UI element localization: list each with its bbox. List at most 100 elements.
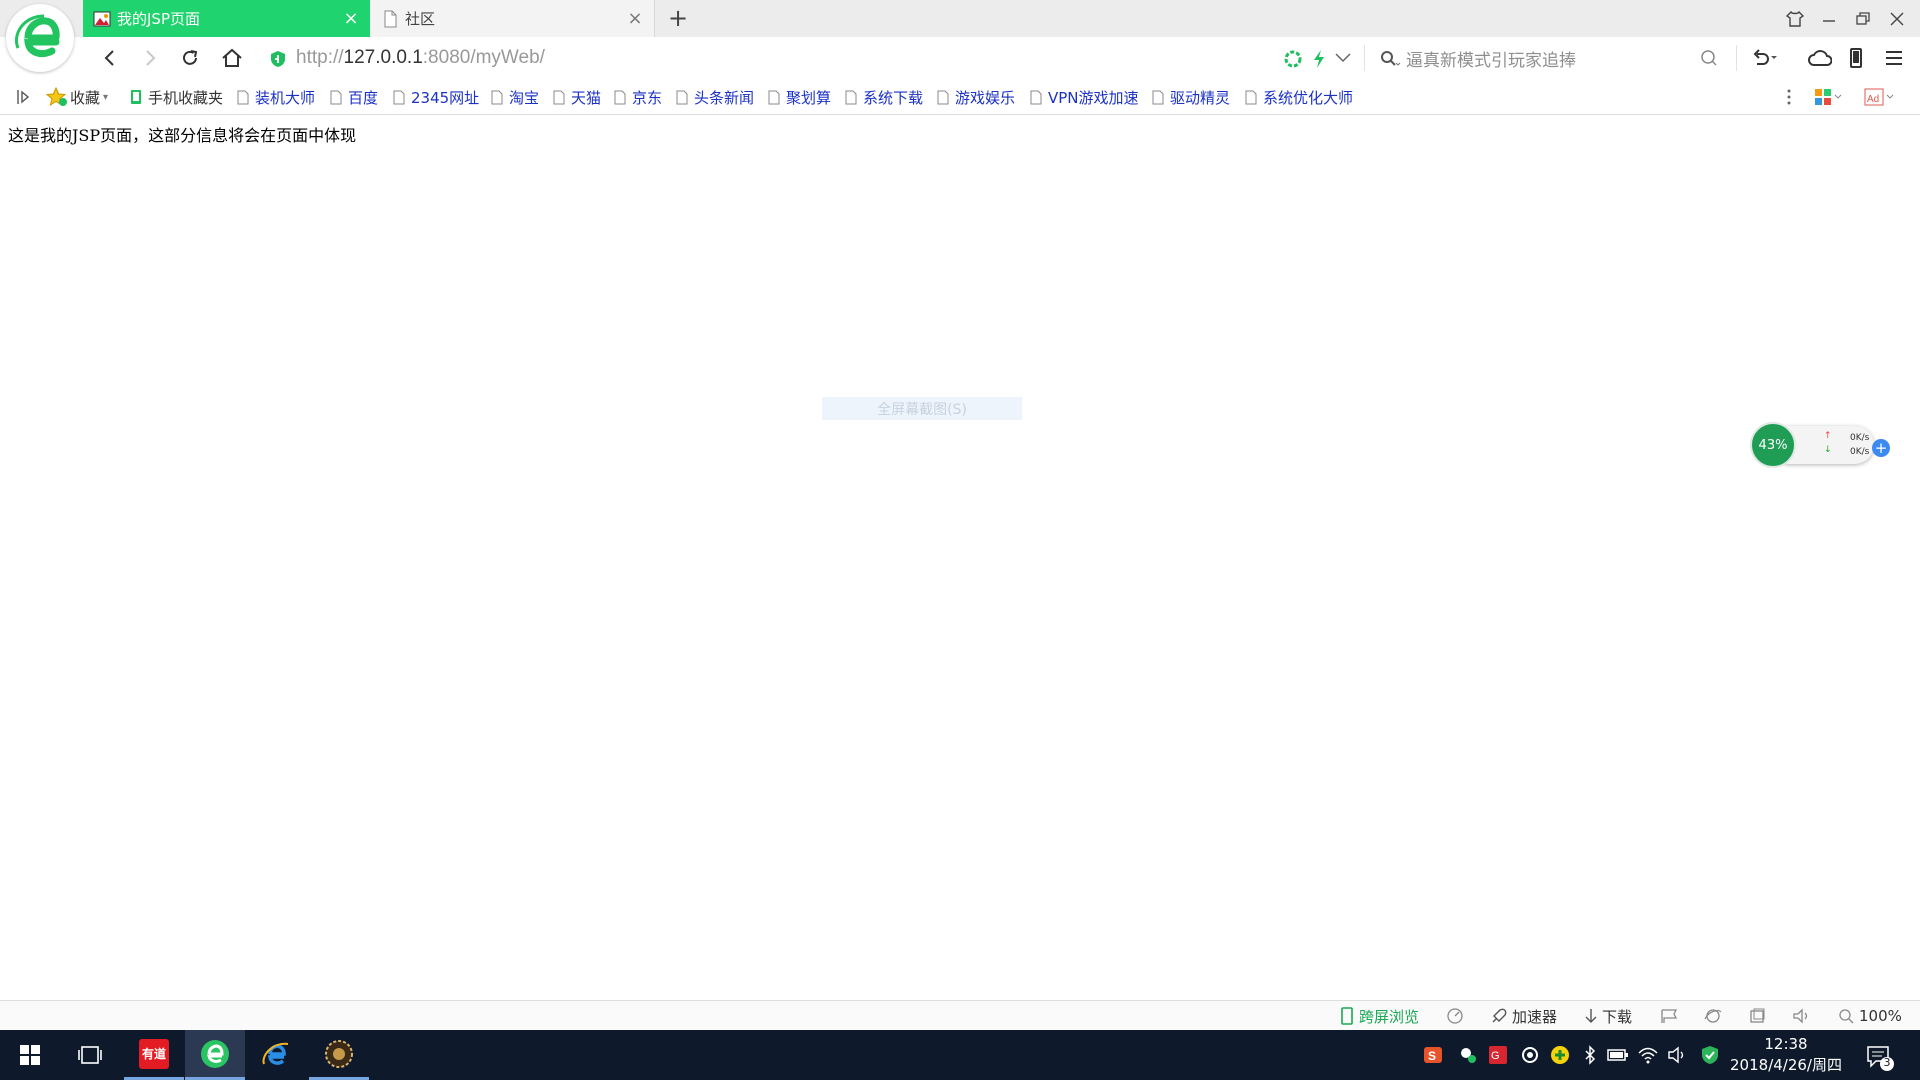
screenshot-hint[interactable]: 全屏幕截图(S) bbox=[822, 397, 1022, 420]
clock-date: 2018/4/26/周四 bbox=[1730, 1056, 1842, 1074]
security-shield-icon[interactable] bbox=[1698, 1043, 1722, 1067]
red-app-icon[interactable]: G bbox=[1486, 1043, 1510, 1067]
task-view-icon[interactable] bbox=[60, 1030, 120, 1080]
document-icon bbox=[1030, 90, 1042, 104]
bookmark-item[interactable]: VPN游戏加速 bbox=[1030, 86, 1139, 108]
undo-icon[interactable] bbox=[1748, 42, 1780, 74]
bookmarks-bar: 收藏 ▾ 手机收藏夹 装机大师 百度 2345网址 淘宝 天猫 京东 头条新闻 … bbox=[0, 78, 1920, 115]
volume-icon[interactable] bbox=[1792, 1006, 1810, 1026]
chevron-down-icon: ▾ bbox=[103, 91, 109, 103]
address-bar[interactable]: http://127.0.0.1:8080/myWeb/ bbox=[262, 41, 1351, 75]
add-icon[interactable]: + bbox=[1872, 439, 1890, 457]
tray-app-icon[interactable] bbox=[1456, 1043, 1480, 1067]
restore-icon[interactable] bbox=[1846, 0, 1880, 37]
document-icon bbox=[553, 90, 565, 104]
accelerator-button[interactable]: 加速器 bbox=[1490, 1006, 1557, 1026]
speed-dial-icon[interactable] bbox=[1446, 1006, 1464, 1026]
speaker-icon[interactable] bbox=[1666, 1043, 1690, 1067]
menu-icon[interactable] bbox=[1878, 42, 1910, 74]
minimize-icon[interactable] bbox=[1812, 0, 1846, 37]
tab-title: 社区 bbox=[405, 10, 436, 28]
flag-icon[interactable] bbox=[1660, 1006, 1678, 1026]
forward-icon[interactable] bbox=[134, 42, 166, 74]
back-icon[interactable] bbox=[94, 42, 126, 74]
engine-mode-icon[interactable] bbox=[1284, 50, 1302, 68]
windows-start-icon[interactable] bbox=[0, 1030, 60, 1080]
url-text: http://127.0.0.1:8080/myWeb/ bbox=[296, 47, 545, 69]
svg-text:S: S bbox=[1428, 1049, 1436, 1063]
record-icon[interactable] bbox=[1518, 1043, 1542, 1067]
bookmark-item[interactable]: 京东 bbox=[614, 86, 662, 108]
bookmark-item[interactable]: 装机大师 bbox=[237, 86, 315, 108]
lightning-icon[interactable] bbox=[1312, 49, 1326, 69]
browser-logo-icon[interactable] bbox=[6, 4, 74, 72]
accelerator-label: 加速器 bbox=[1512, 1007, 1558, 1026]
clock-time: 12:38 bbox=[1764, 1035, 1808, 1053]
star-icon bbox=[46, 87, 67, 107]
windows-taskbar: 有道 S G 12:38 2018/4/26/周四 3 bbox=[0, 1030, 1920, 1080]
bookmark-label: 聚划算 bbox=[786, 88, 832, 107]
2345-browser-icon[interactable] bbox=[185, 1030, 245, 1080]
speed-monitor-widget[interactable]: 0K/s 0K/s ↑ ↓ + 43% bbox=[1750, 422, 1890, 468]
home-icon[interactable] bbox=[216, 42, 248, 74]
internet-explorer-icon[interactable] bbox=[246, 1030, 306, 1080]
document-icon bbox=[614, 90, 626, 104]
wifi-icon[interactable] bbox=[1636, 1043, 1660, 1067]
system-clock[interactable]: 12:38 2018/4/26/周四 bbox=[1726, 1034, 1846, 1076]
bookmark-item[interactable]: 驱动精灵 bbox=[1152, 86, 1230, 108]
bookmark-item[interactable]: 天猫 bbox=[553, 86, 601, 108]
mobile-favorites-button[interactable]: 手机收藏夹 bbox=[130, 86, 223, 108]
search-box[interactable]: 逼真新模式引玩家追捧 bbox=[1372, 41, 1724, 75]
bookmark-item[interactable]: 百度 bbox=[330, 86, 378, 108]
close-window-icon[interactable] bbox=[1880, 0, 1914, 37]
skin-icon[interactable] bbox=[1778, 0, 1812, 37]
sogou-input-icon[interactable]: S bbox=[1421, 1043, 1445, 1067]
bookmark-item[interactable]: 聚划算 bbox=[768, 86, 831, 108]
more-vertical-icon[interactable] bbox=[1786, 86, 1792, 108]
bookmark-item[interactable]: 系统优化大师 bbox=[1245, 86, 1353, 108]
bookmark-label: 系统下载 bbox=[863, 88, 924, 107]
document-icon bbox=[768, 90, 780, 104]
tab-my-jsp-page[interactable]: 我的JSP页面 × bbox=[83, 0, 370, 37]
bookmark-item[interactable]: 头条新闻 bbox=[676, 86, 754, 108]
apps-grid-icon[interactable] bbox=[1814, 86, 1842, 108]
pdf-reader-icon[interactable]: Ad bbox=[1864, 86, 1894, 108]
download-label: 下载 bbox=[1602, 1007, 1633, 1026]
magnifier-icon bbox=[1839, 1009, 1854, 1024]
sidebar-toggle-icon[interactable] bbox=[16, 86, 30, 108]
plus-app-icon[interactable] bbox=[1548, 1043, 1572, 1067]
cross-screen-button[interactable]: 跨屏浏览 bbox=[1340, 1006, 1419, 1026]
chevron-down-icon[interactable] bbox=[1334, 51, 1352, 65]
divider bbox=[1364, 45, 1365, 71]
status-bar: 跨屏浏览 加速器 下载 100% bbox=[0, 1000, 1920, 1030]
tab-close-icon[interactable]: × bbox=[342, 9, 360, 28]
ie-compat-icon[interactable] bbox=[1704, 1006, 1722, 1026]
bluetooth-icon[interactable] bbox=[1578, 1043, 1602, 1067]
game-app-icon[interactable] bbox=[309, 1030, 369, 1080]
new-tab-button[interactable]: + bbox=[664, 4, 692, 32]
tab-close-icon[interactable]: × bbox=[626, 9, 644, 28]
search-engine-icon bbox=[1381, 51, 1401, 66]
memory-usage-ball[interactable]: 43% bbox=[1750, 422, 1796, 468]
svg-text:Ad: Ad bbox=[1867, 94, 1879, 105]
refresh-icon[interactable] bbox=[174, 42, 206, 74]
search-icon[interactable] bbox=[1700, 49, 1718, 67]
action-center-icon[interactable]: 3 bbox=[1862, 1040, 1896, 1072]
cloud-icon[interactable] bbox=[1804, 42, 1836, 74]
zoom-control[interactable]: 100% bbox=[1838, 1006, 1902, 1026]
window-icon[interactable] bbox=[1748, 1006, 1766, 1026]
favorites-button[interactable]: 收藏 ▾ bbox=[46, 86, 108, 108]
notification-count: 3 bbox=[1883, 1056, 1891, 1069]
download-button[interactable]: 下载 bbox=[1584, 1006, 1632, 1026]
bookmark-item[interactable]: 系统下载 bbox=[845, 86, 923, 108]
divider bbox=[1736, 45, 1737, 71]
bookmark-item[interactable]: 2345网址 bbox=[393, 86, 479, 108]
bookmark-item[interactable]: 游戏娱乐 bbox=[937, 86, 1015, 108]
bookmark-item[interactable]: 淘宝 bbox=[491, 86, 539, 108]
mobile-icon[interactable] bbox=[1840, 42, 1872, 74]
battery-icon[interactable] bbox=[1606, 1043, 1630, 1067]
youdao-dict-icon[interactable]: 有道 bbox=[124, 1030, 184, 1080]
tab-community[interactable]: 社区 × bbox=[371, 0, 655, 37]
url-path: :8080/myWeb/ bbox=[422, 47, 545, 68]
zoom-level: 100% bbox=[1859, 1007, 1902, 1025]
